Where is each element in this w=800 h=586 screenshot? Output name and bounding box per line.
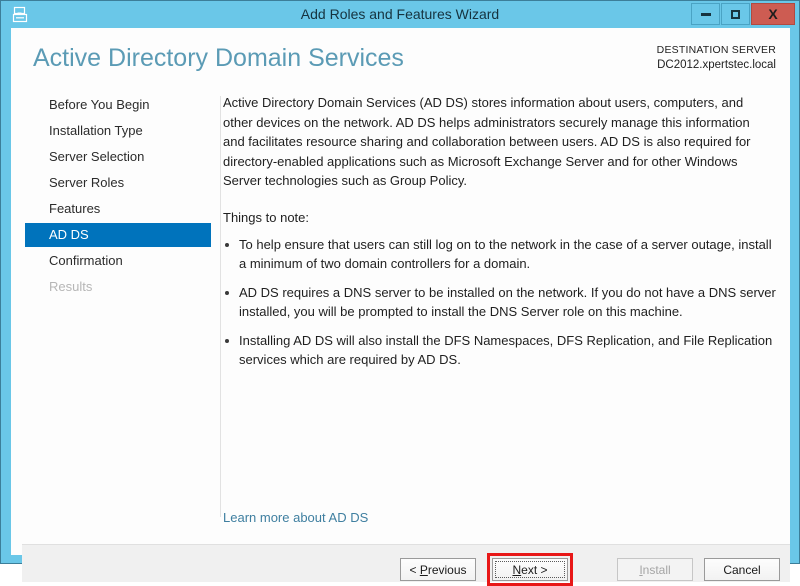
panel-divider [220, 96, 221, 517]
button-row: < Previous Next > Install Cancel [400, 553, 780, 586]
window-title: Add Roles and Features Wizard [300, 6, 500, 22]
title-bar: Add Roles and Features Wizard X [1, 1, 799, 28]
window-controls: X [690, 3, 795, 25]
list-item: Installing AD DS will also install the D… [223, 331, 779, 370]
sidebar-item-installation-type[interactable]: Installation Type [11, 119, 211, 143]
main-content: Active Directory Domain Services (AD DS)… [223, 93, 783, 517]
destination-server-value: DC2012.xpertstec.local [657, 59, 776, 71]
wizard-nav: Before You Begin Installation Type Serve… [11, 93, 211, 517]
list-item: To help ensure that users can still log … [223, 235, 779, 274]
intro-paragraph: Active Directory Domain Services (AD DS)… [223, 95, 751, 188]
maximize-icon [731, 9, 740, 19]
sidebar-item-features[interactable]: Features [11, 197, 211, 221]
sidebar-item-ad-ds[interactable]: AD DS [25, 223, 211, 247]
wizard-window: Add Roles and Features Wizard X Active D… [0, 0, 800, 586]
next-button-annotation: Next > [487, 553, 573, 586]
client-area: Active Directory Domain Services DESTINA… [11, 28, 790, 586]
sidebar-item-server-roles[interactable]: Server Roles [11, 171, 211, 195]
list-item: AD DS requires a DNS server to be instal… [223, 283, 779, 322]
page-header: Active Directory Domain Services DESTINA… [11, 28, 790, 93]
sidebar-item-confirmation[interactable]: Confirmation [11, 249, 211, 273]
learn-more-link[interactable]: Learn more about AD DS [223, 510, 368, 525]
next-button[interactable]: Next > [492, 558, 568, 581]
sidebar-item-results: Results [49, 279, 93, 294]
sidebar-item-before-you-begin[interactable]: Before You Begin [11, 93, 211, 117]
previous-button[interactable]: < Previous [400, 558, 476, 581]
sidebar-item-server-selection[interactable]: Server Selection [11, 145, 211, 169]
install-button: Install [617, 558, 693, 581]
destination-server-block: DESTINATION SERVER DC2012.xpertstec.loca… [657, 43, 776, 73]
minimize-button[interactable] [691, 3, 720, 25]
notes-list: To help ensure that users can still log … [223, 235, 783, 370]
close-button[interactable]: X [751, 3, 795, 25]
destination-server-label: DESTINATION SERVER [656, 44, 776, 56]
page-title: Active Directory Domain Services [33, 44, 404, 72]
cancel-button[interactable]: Cancel [704, 558, 780, 581]
note-heading: Things to note: [223, 209, 309, 225]
minimize-icon [700, 12, 711, 16]
maximize-button[interactable] [721, 3, 750, 25]
